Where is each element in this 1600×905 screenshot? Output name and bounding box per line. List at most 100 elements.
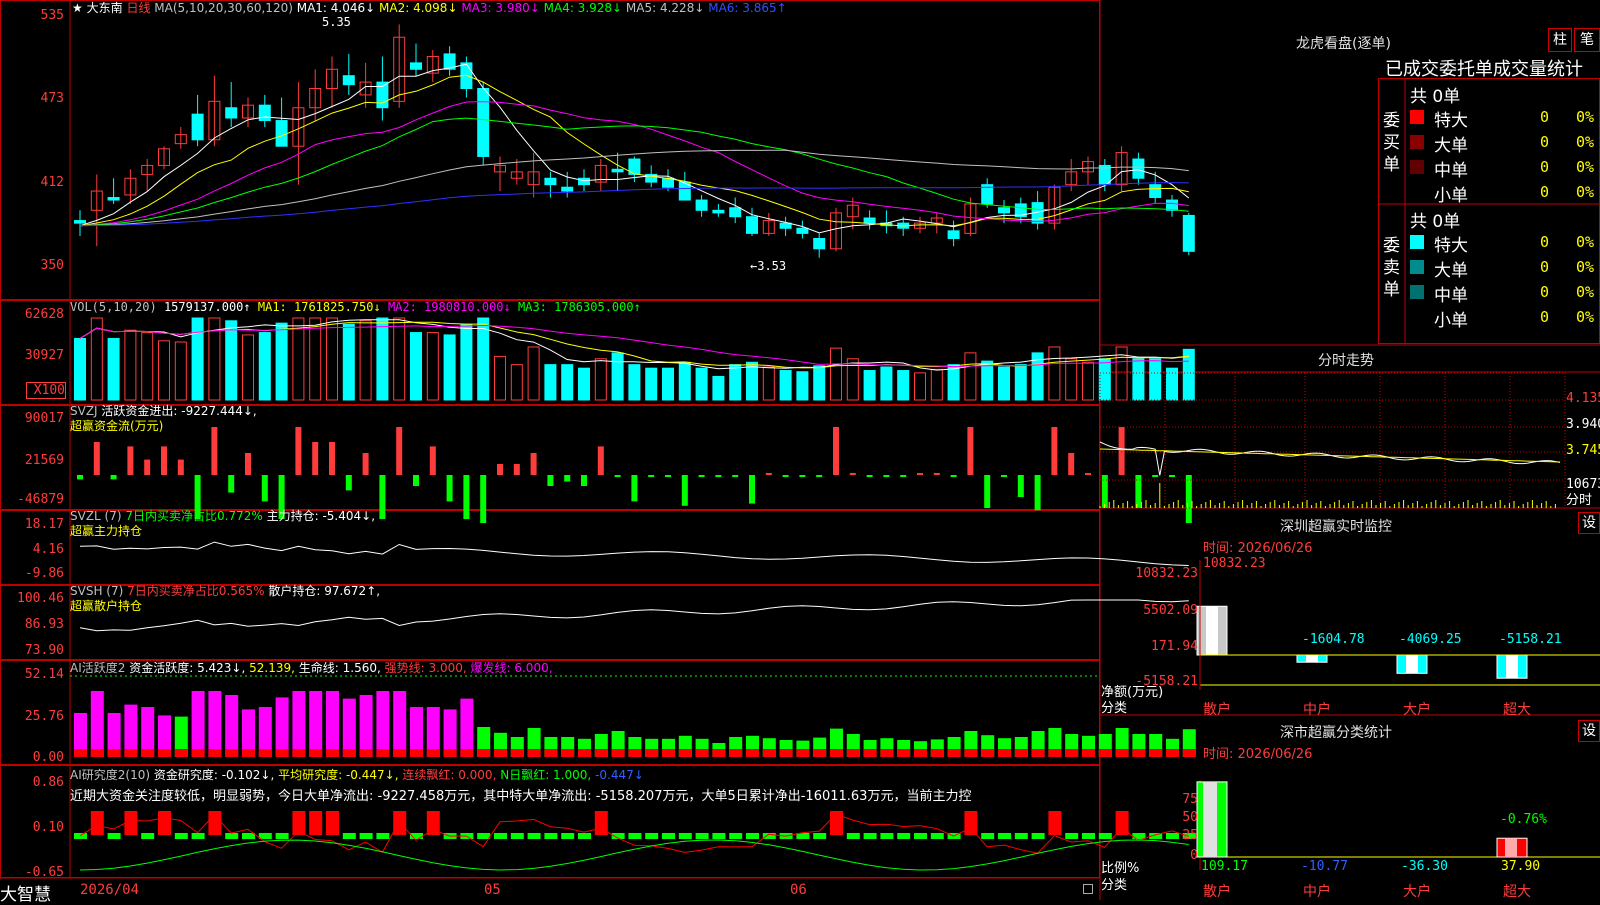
volume-bar — [1065, 358, 1078, 401]
svzl-label: 主力持仓: -5.404↓, — [266, 509, 376, 523]
svzj-bar — [732, 475, 739, 477]
ai2-base-bar — [544, 749, 558, 757]
tick-mode-button[interactable]: 笔 — [1574, 28, 1600, 52]
candle-body — [947, 230, 960, 240]
stat-tick-0: 0 — [1190, 848, 1198, 863]
bar-mode-button[interactable]: 柱 — [1548, 28, 1572, 52]
svzj-bar — [396, 427, 403, 475]
monitor-cat-big: 大户 — [1403, 702, 1431, 718]
svzj-bar — [1152, 475, 1159, 477]
candle-body — [191, 113, 204, 141]
monitor-top-value: 10832.23 — [1203, 556, 1266, 571]
volume-bar — [897, 370, 910, 401]
volume-bar — [510, 364, 523, 401]
svzj-bar — [379, 475, 386, 519]
svsh-line — [79, 599, 1189, 632]
candle-body — [863, 217, 876, 224]
buy-swatch-m — [1410, 160, 1424, 174]
lock-icon[interactable] — [1083, 884, 1093, 894]
volume-bar — [1048, 346, 1061, 401]
candle-body — [695, 199, 708, 211]
ai2-base-bar — [930, 749, 944, 757]
stat-bar-retail-highlight — [1203, 781, 1217, 857]
volume-bar — [443, 334, 456, 401]
svzj-bar — [446, 475, 453, 502]
ai2-bar — [208, 691, 222, 757]
volume-bar — [191, 317, 204, 401]
ai2-base-bar — [527, 749, 541, 757]
monitor-val-big: -4069.25 — [1399, 632, 1462, 647]
ai2-base-bar — [174, 749, 188, 757]
ai2-base-bar — [1065, 749, 1079, 757]
volume-bar — [813, 365, 826, 401]
vol-ma2: MA2: 1980810.000↓ — [387, 300, 511, 314]
svzj-bar — [245, 453, 251, 475]
svzj-bar — [933, 473, 940, 475]
monitor-settings-button[interactable]: 设 — [1578, 512, 1600, 534]
volume-bar — [863, 370, 876, 401]
svzj-bar — [698, 475, 705, 477]
volume-bar — [880, 366, 893, 401]
monitor-bar-highlight — [1206, 606, 1218, 655]
monitor-cat-retail: 散户 — [1203, 702, 1231, 718]
svzl-tick-1: 18.17 — [24, 517, 64, 532]
period-label[interactable]: 日线 — [126, 1, 150, 15]
svzj-bar — [77, 475, 83, 480]
ai-res-bar — [1031, 833, 1045, 839]
ai-res-bar — [662, 833, 675, 839]
svzj-bar — [950, 475, 957, 477]
stock-name[interactable]: 大东南 — [87, 1, 123, 15]
sell-count-l: 0 — [1540, 258, 1550, 276]
svzj-bar — [665, 475, 671, 477]
ai2-tick-1: 52.14 — [24, 667, 64, 682]
candle-body — [779, 222, 792, 229]
volume-bar — [242, 334, 254, 401]
buy-name-s: 小单 — [1434, 186, 1468, 206]
date-tick-may: 05 — [484, 882, 501, 898]
high-mark: 5.35 — [322, 15, 351, 29]
ai2-base-bar — [813, 749, 827, 757]
buy-pct-l: 0% — [1576, 133, 1595, 151]
ma3-value: MA3: 3.980↓ — [461, 1, 540, 15]
ai-res-tick-2: 0.10 — [32, 820, 64, 835]
fs-price-line — [1099, 441, 1561, 476]
ai2-burst: 爆发线: 6.000, — [470, 661, 553, 675]
ai-res-bar — [141, 833, 155, 839]
ai2-bar — [393, 691, 407, 757]
ma4-value: MA4: 3.928↓ — [543, 1, 623, 15]
sell-pct-m: 0% — [1576, 283, 1595, 301]
ai-res-bar — [174, 833, 188, 839]
ai2-base-bar — [981, 749, 995, 757]
stat-tick-25: 25 — [1182, 828, 1198, 843]
sell-swatch-m — [1410, 285, 1424, 299]
price-tick-350: 350 — [40, 258, 64, 273]
buy-total: 共 0单 — [1410, 87, 1461, 107]
ai-res-bar — [863, 833, 877, 839]
ai-res-bar — [107, 833, 121, 839]
ai2-base-bar — [830, 749, 843, 757]
ai2-base-bar — [863, 749, 877, 757]
volume-bar — [746, 361, 758, 401]
volume-bar — [527, 346, 540, 401]
ai-res-bar — [208, 811, 222, 835]
ai2-bar — [90, 691, 104, 757]
svzj-bar — [816, 475, 823, 477]
volume-bar — [326, 317, 338, 401]
stat-settings-button[interactable]: 设 — [1578, 720, 1600, 742]
ai-res-bar — [494, 833, 507, 839]
stat-xlabel: 分类 — [1101, 878, 1128, 893]
volume-bar — [460, 323, 473, 401]
fs-tick-3: 3.745 — [1566, 443, 1600, 458]
svzj-bar — [295, 427, 302, 475]
ai2-bar — [376, 691, 390, 757]
ai2-base-bar — [662, 749, 675, 757]
volume-bar — [74, 337, 86, 401]
svzj-bar — [513, 464, 520, 475]
svzl-ratio: 7日内买卖净占比0.772% — [125, 509, 263, 523]
ai-res-title: AI研究度2(10) — [70, 768, 151, 782]
stat-tick-50: 50 — [1182, 810, 1198, 825]
svzj-bar — [900, 475, 907, 477]
buy-swatch-xl — [1410, 110, 1424, 124]
sell-pct-xl: 0% — [1576, 233, 1595, 251]
volume-bar — [275, 322, 288, 401]
